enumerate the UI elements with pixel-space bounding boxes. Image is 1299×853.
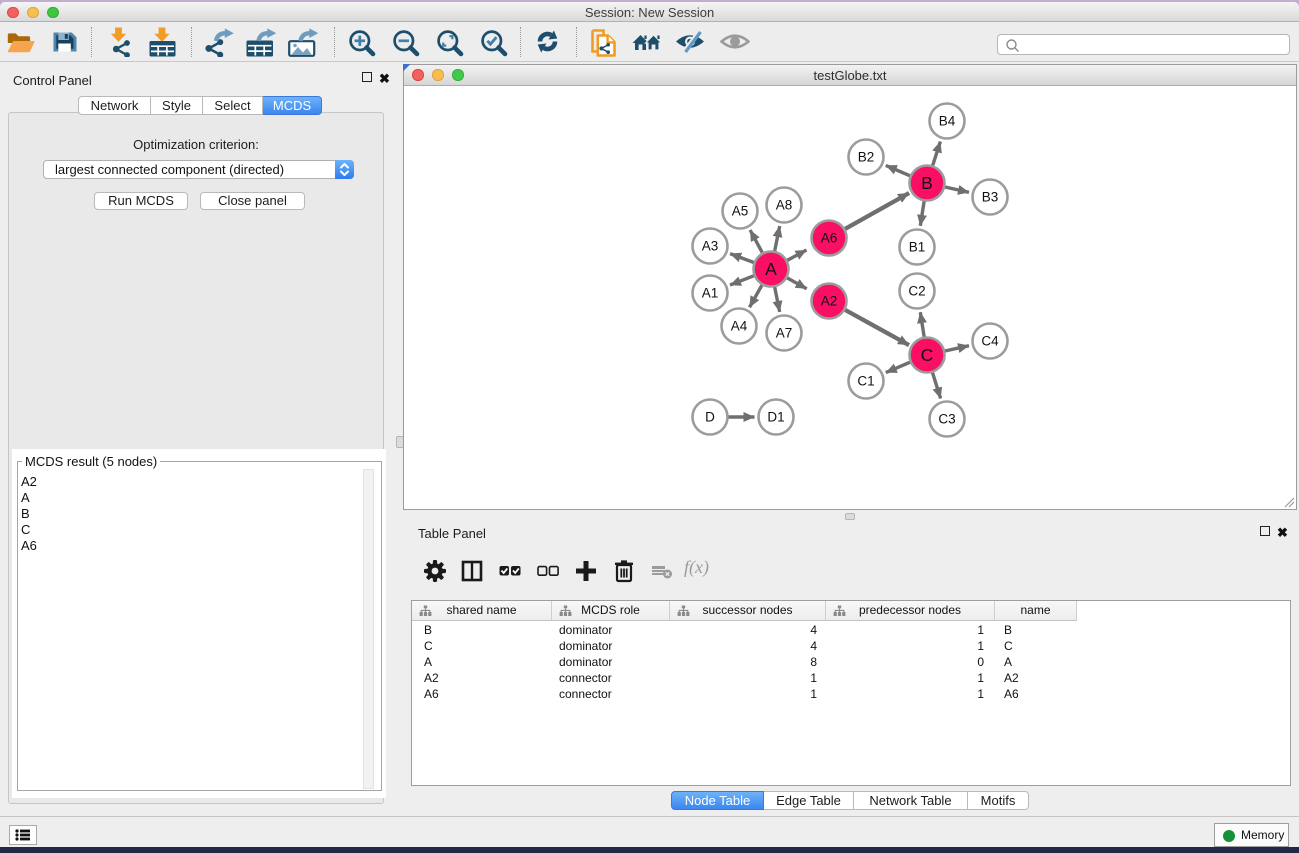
svg-text:A5: A5 [732,204,749,219]
svg-text:C2: C2 [908,284,925,299]
svg-text:B3: B3 [982,190,999,205]
svg-text:C: C [921,345,934,365]
svg-text:A2: A2 [821,294,838,309]
svg-text:C3: C3 [938,412,955,427]
svg-text:A6: A6 [821,231,838,246]
svg-text:D1: D1 [767,410,784,425]
svg-text:B2: B2 [858,150,875,165]
svg-text:D: D [705,410,715,425]
svg-text:A7: A7 [776,326,793,341]
svg-text:B: B [921,173,933,193]
svg-text:A3: A3 [702,239,719,254]
svg-text:C4: C4 [981,334,999,349]
svg-text:A1: A1 [702,286,719,301]
svg-text:A: A [765,259,777,279]
svg-text:B4: B4 [939,114,956,129]
svg-text:B1: B1 [909,240,926,255]
svg-text:C1: C1 [857,374,874,389]
svg-text:A8: A8 [776,198,793,213]
svg-text:A4: A4 [731,319,748,334]
